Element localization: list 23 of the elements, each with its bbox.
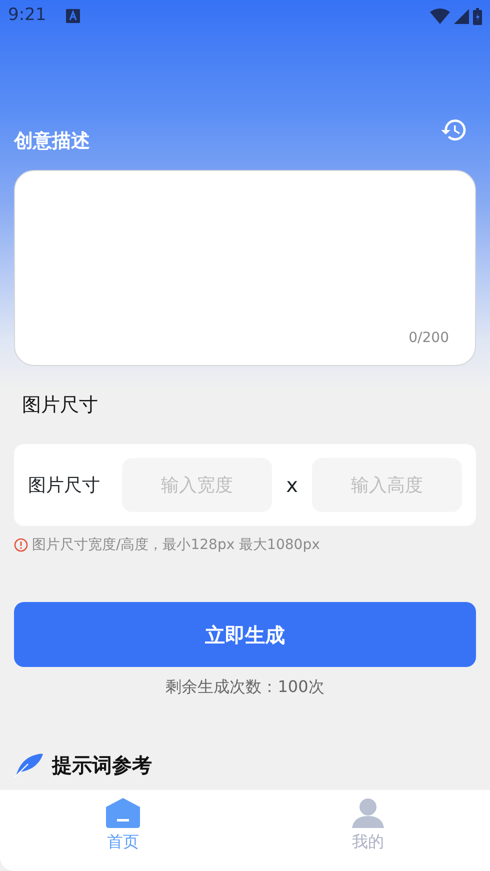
tab[interactable]: 我的 [246, 790, 490, 871]
wifi-icon [430, 8, 450, 24]
battery-icon [473, 8, 482, 24]
signal-icon [454, 8, 469, 24]
character-counter: 0/200 [408, 329, 450, 348]
section-title: 图片尺寸 [22, 392, 98, 418]
generate-button[interactable]: 立即生成 [14, 602, 476, 667]
status-time: 9:21 [8, 4, 46, 28]
section-title: 提示词参考 [52, 752, 152, 779]
description-field[interactable]: 0/200 [14, 170, 476, 366]
warning-icon [14, 538, 28, 552]
home-icon [106, 798, 140, 828]
person-icon [352, 798, 384, 828]
width-input[interactable]: 输入宽度 [122, 458, 272, 512]
separator-text: x [285, 472, 299, 499]
hint-text: 图片尺寸宽度/高度，最小128px 最大1080px [32, 536, 320, 554]
feather-icon [14, 753, 44, 777]
remaining-count: 剩余生成次数：100次 [166, 677, 324, 696]
height-input[interactable]: 输入高度 [312, 458, 462, 512]
size-label: 图片尺寸 [28, 474, 101, 498]
section-title: 创意描述 [14, 128, 90, 154]
keyboard-icon [66, 9, 80, 23]
tab[interactable]: 首页 [0, 790, 246, 871]
